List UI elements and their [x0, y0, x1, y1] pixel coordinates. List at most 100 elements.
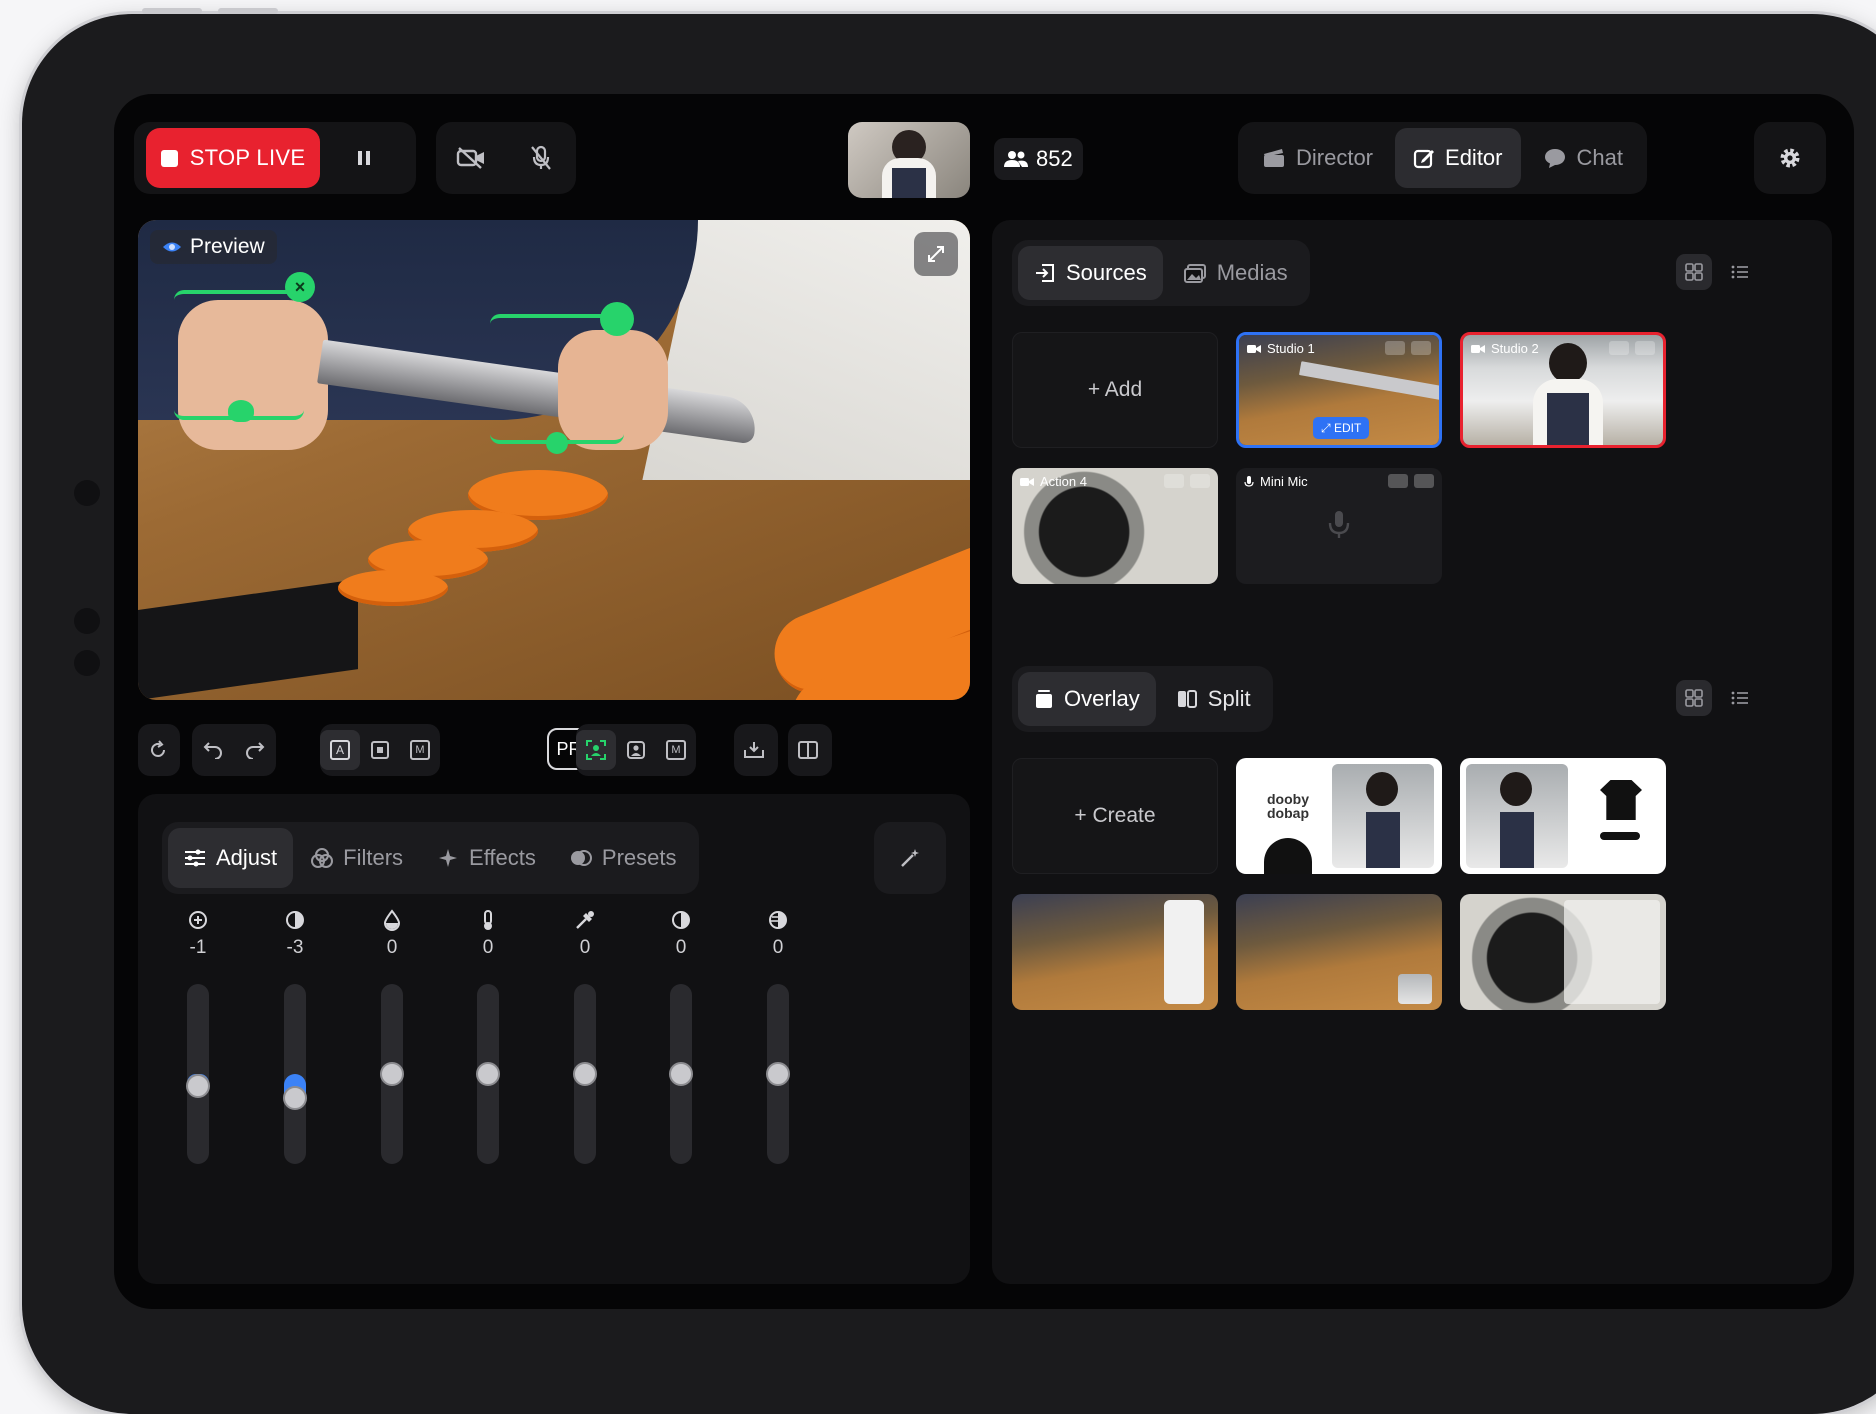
temperature-slider[interactable] — [476, 984, 500, 1164]
sliders-icon — [185, 849, 205, 867]
tint-slider[interactable] — [573, 984, 597, 1164]
source-tile-studio-1[interactable]: Studio 1 ⤢ EDIT — [1236, 332, 1442, 448]
overlay-list-view-button[interactable] — [1722, 680, 1758, 716]
grid-view-button[interactable] — [1676, 254, 1712, 290]
camera-off-icon[interactable] — [449, 136, 493, 180]
manual-track-button[interactable]: M — [656, 730, 696, 770]
saturation-value: 0 — [386, 937, 398, 958]
overlay-tile-merch[interactable] — [1460, 758, 1666, 874]
person-apron — [892, 168, 926, 198]
source-name: Action 4 — [1040, 474, 1087, 489]
adjust-panel: Adjust Filters Effects Presets -1 -3 0 0… — [138, 794, 970, 1284]
tab-adjust[interactable]: Adjust — [168, 828, 294, 888]
volume-button — [142, 8, 202, 14]
temperature-icon — [484, 910, 492, 930]
signal-icon — [1411, 341, 1431, 355]
tshirt-icon — [1600, 780, 1642, 820]
stop-live-button[interactable]: STOP LIVE — [146, 128, 320, 188]
contrast-slider[interactable] — [283, 984, 307, 1164]
hand-grab-icon — [228, 400, 254, 422]
export-icon[interactable] — [734, 730, 774, 770]
tab-presets[interactable]: Presets — [554, 828, 693, 888]
layout-group-a: A M — [320, 724, 440, 776]
center-mode-button[interactable] — [360, 730, 400, 770]
source-tile-studio-2[interactable]: Studio 2 — [1460, 332, 1666, 448]
face-track-button[interactable] — [576, 730, 616, 770]
overlay-tabs: Overlay Split — [1012, 666, 1273, 732]
exposure-slider[interactable] — [186, 984, 210, 1164]
tab-sources[interactable]: Sources — [1018, 246, 1163, 300]
tab-split-label: Split — [1207, 686, 1251, 711]
split-view-icon[interactable] — [788, 730, 828, 770]
temperature-value: 0 — [482, 937, 494, 958]
source-tile-mini-mic[interactable]: Mini Mic — [1236, 468, 1442, 584]
highlights-slider[interactable] — [669, 984, 693, 1164]
overlay-tile-logo[interactable]: dooby dobap — [1236, 758, 1442, 874]
adjust-temperature: 0 — [458, 909, 518, 959]
eyedropper-icon — [576, 911, 594, 929]
camera-thumbnail[interactable] — [848, 122, 970, 198]
sparkle-icon — [439, 849, 458, 867]
source-name: Studio 2 — [1491, 341, 1539, 356]
exposure-icon — [189, 911, 207, 929]
redo-icon[interactable] — [235, 730, 275, 770]
remove-tracking-button[interactable]: × — [285, 272, 315, 302]
shadows-value: 0 — [772, 937, 784, 958]
manual-track-label: M — [666, 740, 686, 760]
manual-mode-button[interactable]: M — [400, 730, 440, 770]
tab-overlay[interactable]: Overlay — [1018, 672, 1156, 726]
tab-sources-label: Sources — [1066, 260, 1147, 285]
refresh-icon[interactable] — [138, 730, 178, 770]
sources-icon — [1036, 264, 1054, 282]
overlay-tile-recipe-right[interactable] — [1012, 894, 1218, 1010]
recipe-card — [1164, 900, 1204, 1004]
mode-editor[interactable]: Editor — [1395, 128, 1521, 188]
mic-off-icon[interactable] — [519, 136, 563, 180]
edit-badge[interactable]: ⤢ EDIT — [1313, 417, 1370, 439]
fullscreen-button[interactable] — [914, 232, 958, 276]
mode-editor-label: Editor — [1445, 145, 1503, 170]
overlay-logo-text: dooby dobap — [1267, 791, 1309, 821]
source-tile-action-4[interactable]: Action 4 — [1012, 468, 1218, 584]
camera-icon — [1247, 344, 1261, 353]
person-apron — [1500, 812, 1534, 868]
tab-filters[interactable]: Filters — [295, 828, 419, 888]
add-source-button[interactable]: + Add — [1012, 332, 1218, 448]
person-track-button[interactable] — [616, 730, 656, 770]
tracking-handle[interactable] — [600, 302, 634, 336]
auto-enhance-button[interactable] — [874, 822, 946, 894]
tab-filters-label: Filters — [343, 845, 404, 870]
pause-button[interactable] — [342, 136, 386, 180]
pip-camera — [1398, 974, 1432, 1004]
tracking-box-hand-right[interactable] — [490, 314, 624, 444]
tab-medias[interactable]: Medias — [1167, 246, 1304, 300]
list-view-button[interactable] — [1722, 254, 1758, 290]
avatar — [1264, 838, 1312, 874]
mode-director[interactable]: Director — [1244, 128, 1391, 188]
auto-mode-label: A — [330, 740, 350, 760]
chat-icon — [1544, 149, 1565, 168]
create-overlay-button[interactable]: + Create — [1012, 758, 1218, 874]
overlay-tile-blender-notes[interactable] — [1460, 894, 1666, 1010]
list-icon — [1731, 265, 1748, 279]
edit-badge-label: EDIT — [1333, 421, 1362, 435]
mic-icon — [1244, 475, 1254, 487]
shadows-slider[interactable] — [766, 984, 790, 1164]
media-toggles — [436, 122, 576, 194]
settings-button[interactable] — [1754, 122, 1826, 194]
tracking-anchor[interactable] — [546, 432, 568, 454]
mode-chat[interactable]: Chat — [1525, 128, 1641, 188]
tab-split[interactable]: Split — [1160, 672, 1267, 726]
preview-canvas[interactable]: Preview × — [138, 220, 970, 700]
create-overlay-label: + Create — [1074, 804, 1156, 827]
overlay-tile-pip[interactable] — [1236, 894, 1442, 1010]
tab-adjust-label: Adjust — [216, 845, 278, 870]
undo-icon[interactable] — [193, 730, 233, 770]
overlay-grid-view-button[interactable] — [1676, 680, 1712, 716]
contrast-icon — [286, 911, 304, 929]
saturation-slider[interactable] — [380, 984, 404, 1164]
auto-mode-button[interactable]: A — [320, 730, 360, 770]
mode-switcher: Director Editor Chat — [1238, 122, 1647, 194]
tab-effects[interactable]: Effects — [421, 828, 552, 888]
camera-dot — [74, 608, 100, 634]
